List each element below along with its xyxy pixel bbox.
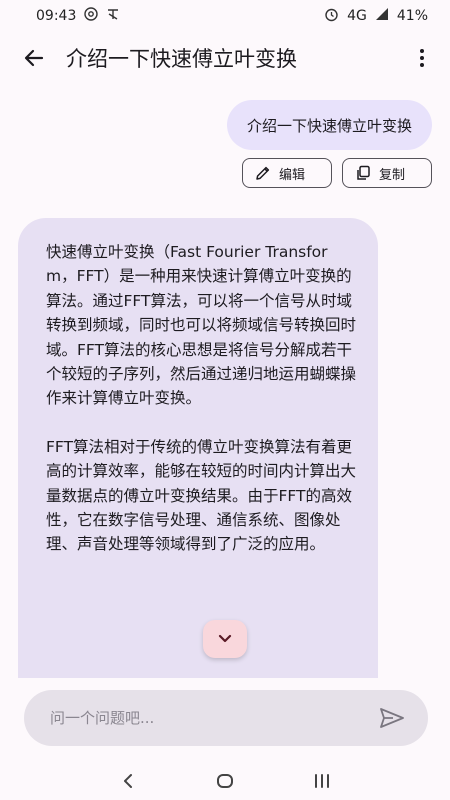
nav-home-icon (216, 774, 233, 788)
nav-recents-button[interactable] (307, 766, 337, 796)
arrow-left-icon (24, 49, 44, 67)
nav-back-button[interactable] (113, 766, 143, 796)
status-time: 09:43 (36, 8, 77, 24)
status-left: 09:43 (36, 7, 120, 25)
copy-icon (357, 165, 370, 180)
copy-label: 复制 (379, 167, 406, 183)
bot-message-bubble: 快速傅立叶变换（Fast Fourier Transform，FFT）是一种用来… (18, 218, 378, 678)
status-bar: 09:43 4G 41% (0, 0, 450, 32)
more-vertical-icon (420, 49, 424, 67)
battery-percent: 41% (396, 8, 428, 24)
bot-paragraph-1: 快速傅立叶变换（Fast Fourier Transform，FFT）是一种用来… (46, 243, 357, 408)
app-bar: 介绍一下快速傅立叶变换 (0, 32, 450, 84)
nav-recents-icon (314, 774, 329, 788)
bot-paragraph-2: FFT算法相对于传统的傅立叶变换算法有着更高的计算效率，能够在较短的时间内计算出… (46, 437, 357, 554)
app-notification-icon (106, 7, 120, 25)
user-message-text: 介绍一下快速傅立叶变换 (246, 116, 412, 135)
nav-back-icon (124, 774, 133, 788)
edit-label: 编辑 (279, 167, 306, 183)
network-type: 4G (347, 8, 367, 24)
more-options-button[interactable] (408, 44, 436, 72)
alarm-icon (324, 7, 339, 26)
message-actions: 编辑 复制 (242, 158, 432, 188)
signal-icon (375, 7, 389, 25)
back-button[interactable] (20, 44, 48, 72)
bot-message-text: 快速傅立叶变换（Fast Fourier Transform，FFT）是一种用来… (46, 240, 356, 557)
page-title: 介绍一下快速傅立叶变换 (66, 47, 297, 71)
chevron-down-icon (218, 634, 232, 643)
pencil-icon (256, 166, 270, 180)
question-input[interactable] (50, 709, 376, 727)
composer (24, 690, 428, 746)
edit-button[interactable]: 编辑 (242, 158, 332, 188)
send-icon (380, 708, 404, 728)
user-message-bubble: 介绍一下快速傅立叶变换 (226, 100, 432, 150)
send-button[interactable] (376, 702, 408, 734)
at-sign-icon (84, 7, 99, 25)
system-nav-bar (0, 762, 450, 800)
status-right: 4G 41% (324, 7, 428, 26)
nav-home-button[interactable] (210, 766, 240, 796)
scroll-to-bottom-button[interactable] (203, 620, 247, 658)
copy-button[interactable]: 复制 (342, 158, 432, 188)
